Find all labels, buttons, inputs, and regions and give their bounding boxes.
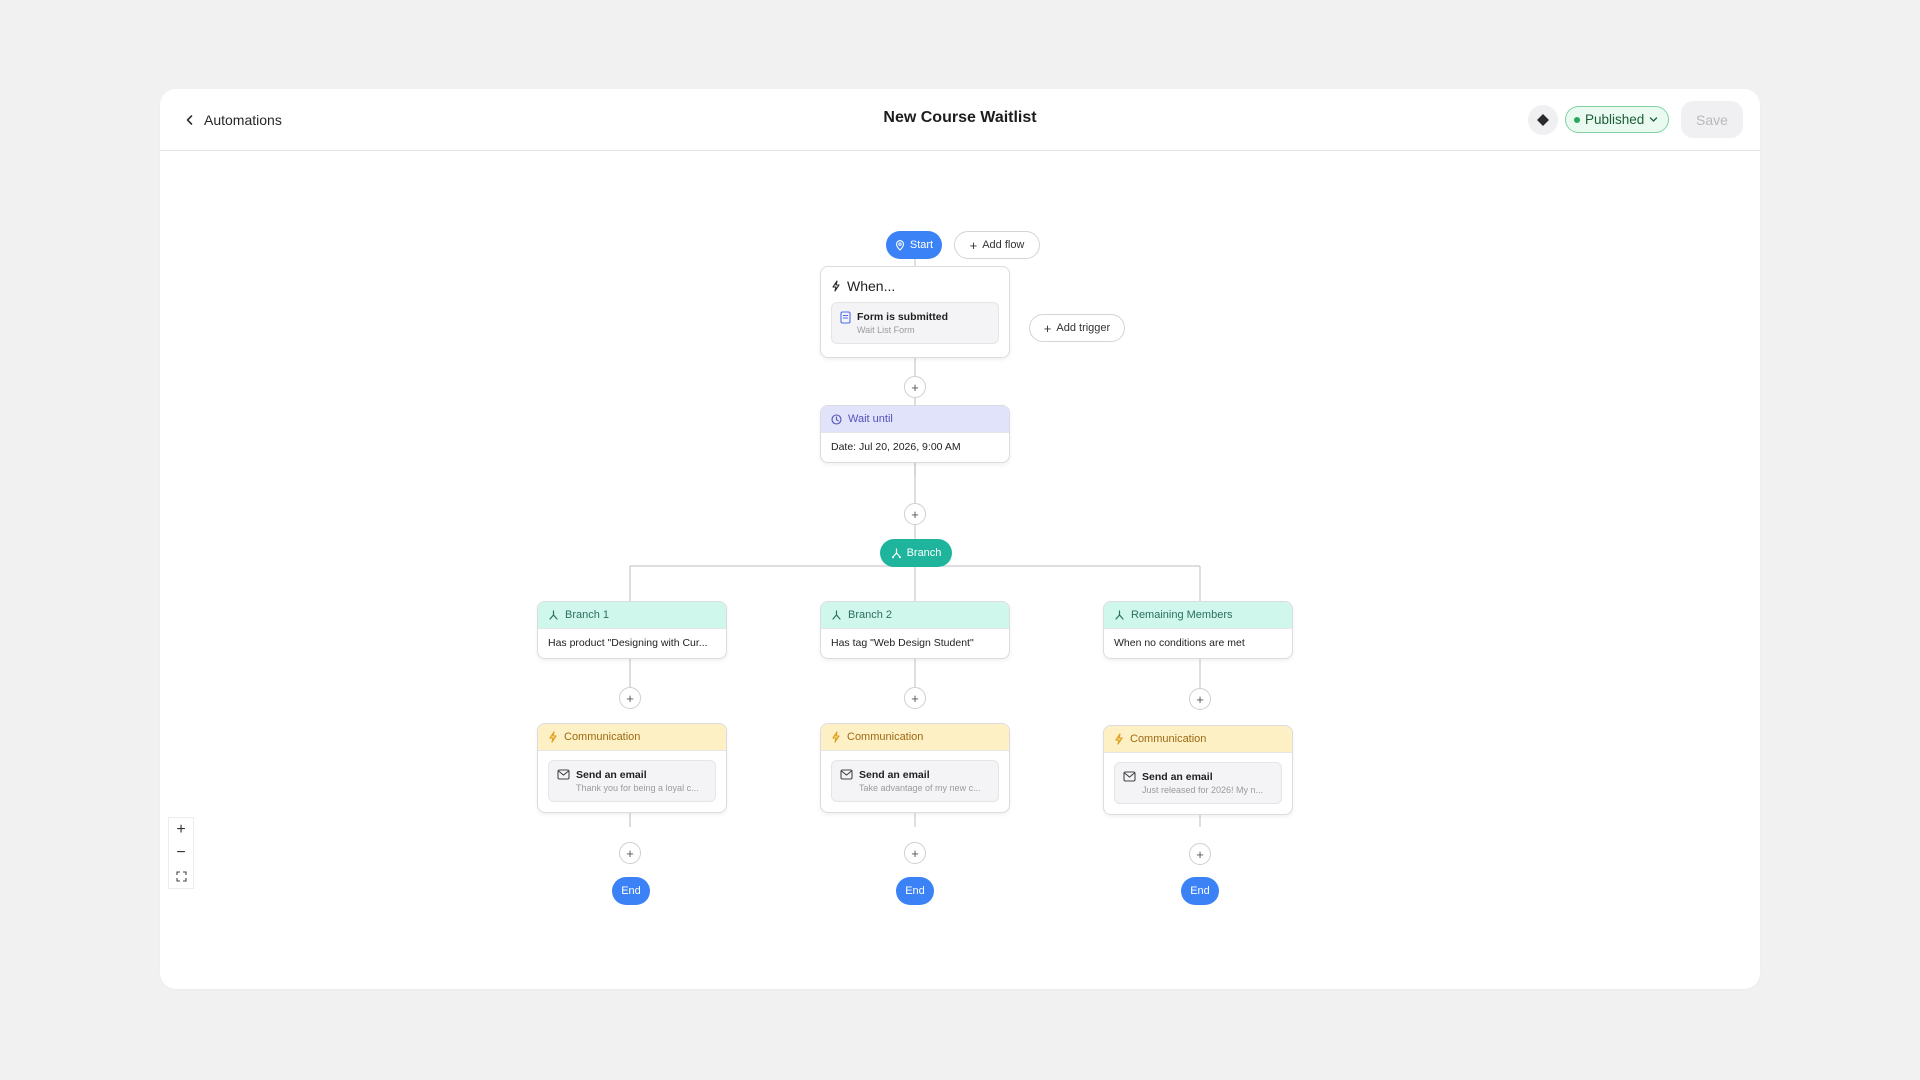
- zoom-in-button[interactable]: +: [168, 818, 194, 841]
- trigger-item[interactable]: Form is submitted Wait List Form: [831, 302, 999, 344]
- communication-heading: Communication: [564, 731, 641, 743]
- back-label: Automations: [204, 112, 282, 128]
- plus-icon: +: [969, 237, 978, 253]
- lightning-icon: [832, 280, 840, 292]
- trigger-card[interactable]: When... Form is submitted Wait List Form: [820, 266, 1010, 358]
- communication-heading: Communication: [847, 731, 924, 743]
- add-flow-button[interactable]: + Add flow: [954, 231, 1040, 259]
- status-label: Published: [1585, 112, 1645, 127]
- editor-header: Automations New Course Waitlist Publishe…: [160, 89, 1760, 151]
- communication-card-header: Communication: [821, 724, 1009, 751]
- fullscreen-icon: [175, 871, 187, 882]
- flow-canvas[interactable]: Start + Add flow When... Form is submitt…: [160, 151, 1760, 989]
- diamond-icon: [1537, 114, 1549, 126]
- branch-card-header: Branch 1: [538, 602, 726, 629]
- publish-status-dropdown[interactable]: Published: [1565, 106, 1670, 133]
- upgrade-diamond-button[interactable]: [1528, 105, 1558, 135]
- branch-card[interactable]: Remaining Members When no conditions are…: [1103, 601, 1293, 659]
- wait-detail: Date: Jul 20, 2026, 9:00 AM: [831, 441, 961, 453]
- communication-card[interactable]: Communication Send an email Just release…: [1103, 725, 1293, 815]
- branch-fork-icon: [549, 609, 558, 620]
- automation-editor-window: Automations New Course Waitlist Publishe…: [160, 89, 1760, 989]
- envelope-icon: [840, 769, 853, 780]
- wait-card-header: Wait until: [821, 406, 1009, 433]
- action-title: Send an email: [859, 769, 930, 781]
- trigger-subtitle: Wait List Form: [857, 325, 915, 335]
- send-email-item[interactable]: Send an email Thank you for being a loya…: [548, 760, 716, 802]
- add-step-button[interactable]: +: [619, 842, 641, 864]
- end-node[interactable]: End: [612, 877, 650, 905]
- save-button[interactable]: Save: [1681, 101, 1743, 138]
- branch-node[interactable]: Branch: [880, 539, 952, 567]
- branch-fork-icon: [1115, 609, 1124, 620]
- plus-icon: +: [1043, 320, 1052, 336]
- zoom-out-button[interactable]: −: [168, 841, 194, 864]
- branch-condition: When no conditions are met: [1114, 637, 1245, 649]
- action-subtitle: Thank you for being a loyal c...: [576, 783, 699, 793]
- action-title: Send an email: [576, 769, 647, 781]
- branch-label: Branch: [906, 547, 942, 559]
- form-document-icon: [840, 311, 851, 324]
- add-flow-label: Add flow: [982, 239, 1025, 251]
- fit-to-screen-button[interactable]: [168, 865, 194, 888]
- add-step-button[interactable]: +: [1189, 843, 1211, 865]
- status-dot: [1574, 116, 1580, 123]
- envelope-icon: [557, 769, 570, 780]
- add-step-button[interactable]: +: [904, 687, 926, 709]
- add-step-button[interactable]: +: [904, 376, 926, 398]
- start-node[interactable]: Start: [886, 231, 942, 259]
- branch-heading: Branch 2: [848, 609, 893, 621]
- add-trigger-button[interactable]: + Add trigger: [1029, 314, 1125, 342]
- branch-card[interactable]: Branch 1 Has product "Designing with Cur…: [537, 601, 727, 659]
- add-step-button[interactable]: +: [619, 687, 641, 709]
- chevron-left-icon: [186, 115, 193, 125]
- communication-card[interactable]: Communication Send an email Take advanta…: [820, 723, 1010, 813]
- wait-heading: Wait until: [848, 413, 893, 425]
- branch-card[interactable]: Branch 2 Has tag "Web Design Student": [820, 601, 1010, 659]
- back-to-automations-link[interactable]: Automations: [184, 109, 282, 131]
- communication-card[interactable]: Communication Send an email Thank you fo…: [537, 723, 727, 813]
- page-title-wrap: New Course Waitlist: [160, 109, 1760, 127]
- location-pin-icon: [895, 239, 904, 251]
- communication-heading: Communication: [1130, 733, 1207, 745]
- trigger-title: Form is submitted: [857, 311, 949, 323]
- lightning-icon: [1115, 733, 1123, 745]
- branch-condition: Has product "Designing with Cur...: [548, 637, 708, 649]
- end-node[interactable]: End: [1181, 877, 1219, 905]
- clock-icon: [831, 413, 842, 425]
- add-step-button[interactable]: +: [904, 503, 926, 525]
- branch-heading: Remaining Members: [1131, 609, 1233, 621]
- send-email-item[interactable]: Send an email Just released for 2026! My…: [1114, 762, 1282, 804]
- lightning-icon: [832, 731, 840, 743]
- lightning-icon: [549, 731, 557, 743]
- action-subtitle: Just released for 2026! My n...: [1142, 785, 1264, 795]
- envelope-icon: [1123, 771, 1136, 782]
- send-email-item[interactable]: Send an email Take advantage of my new c…: [831, 760, 999, 802]
- wait-until-card[interactable]: Wait until Date: Jul 20, 2026, 9:00 AM: [820, 405, 1010, 463]
- branch-fork-icon: [891, 547, 901, 558]
- action-subtitle: Take advantage of my new c...: [859, 783, 981, 793]
- communication-card-header: Communication: [1104, 726, 1292, 753]
- branch-heading: Branch 1: [565, 609, 610, 621]
- branch-card-header: Remaining Members: [1104, 602, 1292, 629]
- add-trigger-label: Add trigger: [1056, 322, 1111, 334]
- page-title[interactable]: New Course Waitlist: [883, 109, 1036, 126]
- end-node[interactable]: End: [896, 877, 934, 905]
- chevron-down-icon: [1650, 117, 1658, 122]
- action-title: Send an email: [1142, 771, 1213, 783]
- trigger-heading: When...: [847, 278, 896, 294]
- branch-condition: Has tag "Web Design Student": [831, 637, 974, 649]
- add-step-button[interactable]: +: [1189, 688, 1211, 710]
- add-step-button[interactable]: +: [904, 842, 926, 864]
- communication-card-header: Communication: [538, 724, 726, 751]
- branch-fork-icon: [832, 609, 841, 620]
- zoom-controls: + −: [168, 817, 194, 889]
- trigger-heading-row: When...: [821, 267, 1009, 294]
- branch-card-header: Branch 2: [821, 602, 1009, 629]
- start-label: Start: [909, 239, 934, 251]
